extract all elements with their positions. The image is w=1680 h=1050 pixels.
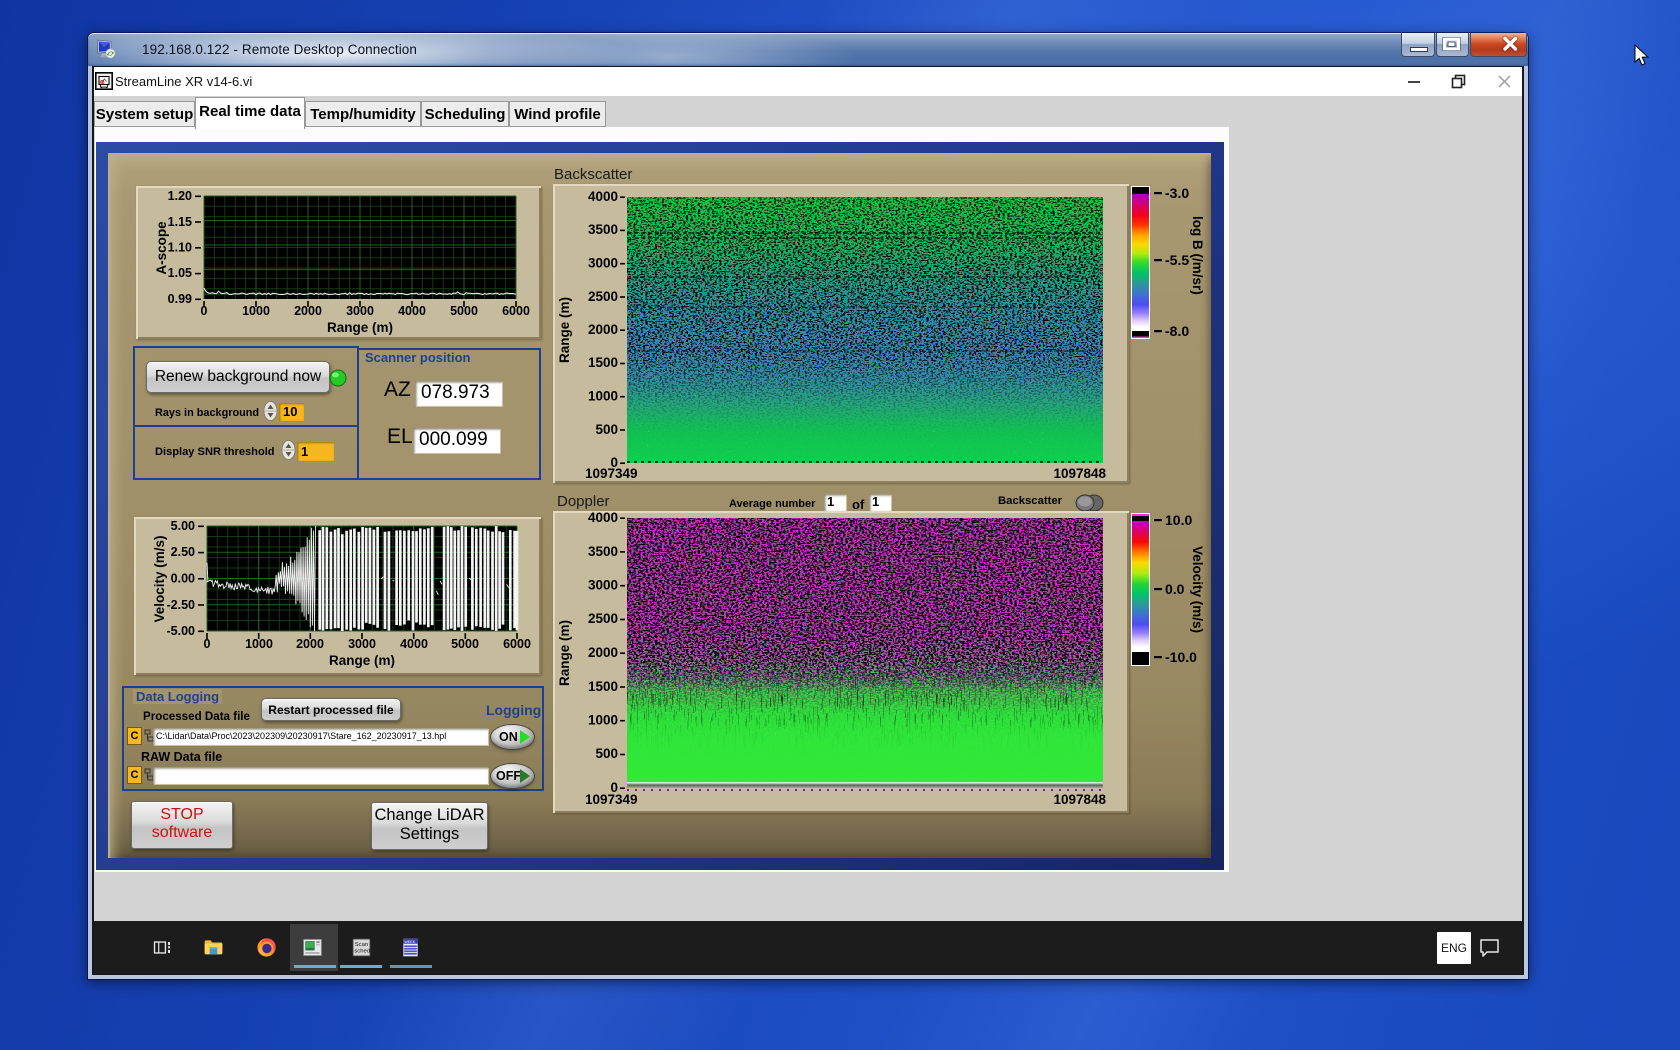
svg-text:Range (m): Range (m) [329,653,395,668]
svg-text:3000: 3000 [346,304,374,318]
svg-text:-2.50: -2.50 [167,598,196,612]
svg-text:1000: 1000 [242,304,270,318]
svg-text:6000: 6000 [503,637,531,651]
svg-text:0.99: 0.99 [168,292,192,306]
svg-text:1097848: 1097848 [1053,792,1106,807]
svg-text:1000: 1000 [588,713,618,728]
svg-text:4000: 4000 [588,189,618,204]
svg-text:1500: 1500 [588,355,618,370]
svg-text:-3.0: -3.0 [1165,185,1189,201]
svg-text:1.10: 1.10 [168,241,192,255]
svg-text:Range (m): Range (m) [557,620,572,686]
svg-text:4000: 4000 [398,304,426,318]
svg-text:2000: 2000 [588,322,618,337]
svg-text:3500: 3500 [588,544,618,559]
svg-text:-5.5: -5.5 [1165,252,1189,268]
svg-text:1097848: 1097848 [1053,466,1106,481]
svg-text:2500: 2500 [588,611,618,626]
svg-text:1097349: 1097349 [585,792,638,807]
svg-text:3000: 3000 [588,256,618,271]
svg-text:WEEK: WEEK [404,940,416,944]
svg-text:1.20: 1.20 [168,189,192,203]
svg-text:5000: 5000 [451,637,479,651]
svg-text:1.05: 1.05 [168,266,192,280]
svg-text:10.0: 10.0 [1165,512,1192,528]
svg-text:-5.00: -5.00 [167,624,196,638]
svg-text:2500: 2500 [588,289,618,304]
svg-text:Velocity (m/s): Velocity (m/s) [152,535,167,622]
svg-text:1097349: 1097349 [585,466,638,481]
svg-text:0: 0 [204,637,211,651]
svg-text:Range (m): Range (m) [557,297,572,363]
svg-text:1000: 1000 [245,637,273,651]
svg-text:0.00: 0.00 [171,572,195,586]
svg-text:5000: 5000 [450,304,478,318]
svg-text:2.50: 2.50 [171,545,195,559]
svg-text:1.15: 1.15 [168,215,192,229]
svg-text:A-scope: A-scope [154,221,169,275]
svg-text:1500: 1500 [588,679,618,694]
svg-text:1000: 1000 [588,389,618,404]
svg-text:500: 500 [595,746,618,761]
svg-text:sched: sched [354,949,370,955]
svg-text:4000: 4000 [588,511,618,525]
svg-text:Range (m): Range (m) [327,320,393,335]
svg-text:6000: 6000 [502,304,530,318]
svg-text:-8.0: -8.0 [1165,323,1189,339]
svg-text:0.0: 0.0 [1165,581,1185,597]
svg-text:2000: 2000 [294,304,322,318]
svg-text:2000: 2000 [588,645,618,660]
svg-text:3000: 3000 [588,578,618,593]
svg-text:3000: 3000 [348,637,376,651]
svg-text:5.00: 5.00 [171,519,195,533]
svg-text:Scan: Scan [355,942,368,948]
svg-text:3500: 3500 [588,222,618,237]
svg-text:4000: 4000 [400,637,428,651]
svg-text:2000: 2000 [296,637,324,651]
svg-text:500: 500 [595,422,618,437]
svg-text:0: 0 [201,304,208,318]
